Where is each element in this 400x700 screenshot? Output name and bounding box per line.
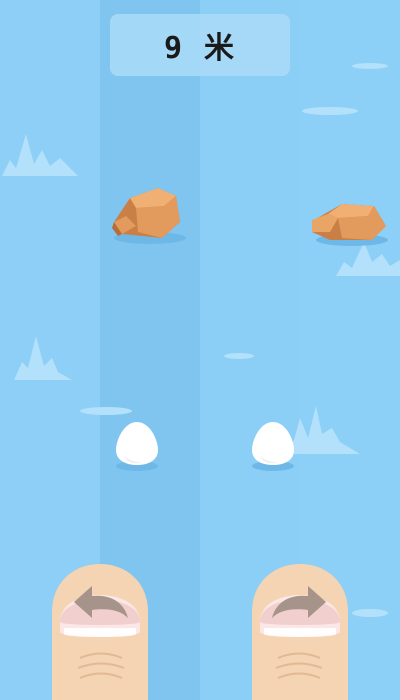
ripple-icon <box>352 63 388 69</box>
ripple-icon <box>352 609 388 617</box>
rock-obstacle <box>112 188 186 244</box>
rock-obstacle <box>312 204 388 246</box>
water-splash-icon <box>2 134 78 176</box>
left-thumb-button[interactable] <box>44 562 156 700</box>
turn-right-arrow-icon <box>272 586 326 618</box>
distance-counter: 9 米 <box>163 31 237 66</box>
ripple-icon <box>224 353 254 359</box>
turn-left-arrow-icon <box>74 586 128 618</box>
game-stage: 9 米 <box>0 0 400 700</box>
ripple-icon <box>80 407 132 415</box>
egg-player-right <box>252 422 294 471</box>
right-thumb-button[interactable] <box>244 562 356 700</box>
ripple-icon <box>302 107 358 115</box>
egg-player-left <box>116 422 158 471</box>
distance-panel: 9 米 <box>110 14 290 76</box>
water-splash-icon <box>14 336 72 380</box>
